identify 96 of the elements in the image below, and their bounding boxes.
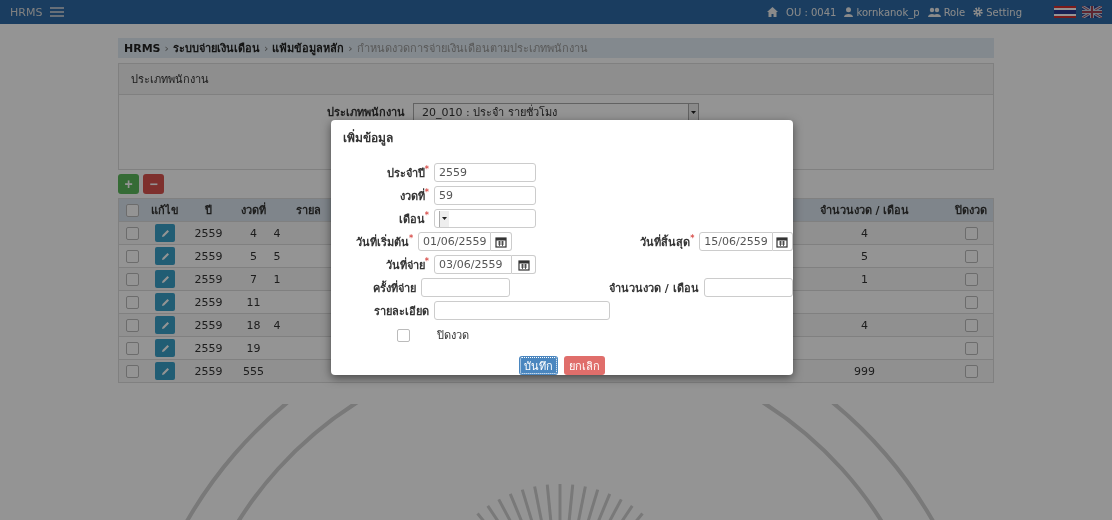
row-checkbox[interactable] xyxy=(126,318,140,332)
setting-link[interactable]: Setting xyxy=(986,6,1022,18)
row-checkbox[interactable] xyxy=(126,295,140,309)
row-checkbox[interactable] xyxy=(126,364,140,378)
calendar-icon xyxy=(517,258,530,271)
dialog-title: เพิ่มข้อมูล xyxy=(342,128,394,148)
input-field[interactable] xyxy=(420,278,511,297)
field-label: ประเภทพนักงาน xyxy=(327,105,405,121)
brand-title[interactable]: HRMS xyxy=(10,5,43,19)
table-cell: 2559 xyxy=(183,359,234,383)
column-header[interactable]: แก้ไข xyxy=(146,198,184,222)
table-cell: 4 xyxy=(273,221,296,245)
calendar-button[interactable] xyxy=(491,232,512,251)
table-cell: 2559 xyxy=(183,313,234,337)
table-cell: 2559 xyxy=(183,221,234,245)
breadcrumb-link[interactable]: HRMS xyxy=(124,41,161,55)
field-label: ครั้งที่จ่าย xyxy=(371,279,417,297)
row-checkbox[interactable] xyxy=(126,272,140,286)
calendar-button[interactable] xyxy=(772,232,793,251)
role-link[interactable]: Role xyxy=(943,6,966,18)
edit-button[interactable] xyxy=(155,293,175,311)
checkbox-label: ปิดงวด xyxy=(437,328,469,344)
table-cell: 1 xyxy=(273,267,296,291)
closed-checkbox[interactable] xyxy=(964,364,978,378)
panel-title: ประเภทพนักงาน xyxy=(119,64,993,95)
user-icon xyxy=(844,7,854,17)
save-button[interactable]: บันทึก xyxy=(519,356,558,375)
table-cell: 4 xyxy=(273,313,296,337)
cancel-button[interactable]: ยกเลิก xyxy=(564,356,605,375)
breadcrumb-separator: › xyxy=(348,41,353,55)
table-cell: 2559 xyxy=(183,267,234,291)
pencil-icon xyxy=(160,228,170,238)
table-cell: 7 xyxy=(233,267,274,291)
table-cell: 18 xyxy=(233,313,274,337)
field-label: งวดที่$^{*}$ xyxy=(398,186,430,205)
pencil-icon xyxy=(160,297,170,307)
table-cell: 555 xyxy=(233,359,274,383)
gear-icon xyxy=(973,7,984,17)
select-all-checkbox[interactable] xyxy=(126,203,140,217)
pencil-icon xyxy=(160,343,170,353)
ou-label: OU : 0041 xyxy=(786,6,837,18)
date-field[interactable]: 01/06/2559 xyxy=(418,232,492,251)
closed-checkbox[interactable] xyxy=(964,341,978,355)
row-checkbox[interactable] xyxy=(126,226,140,240)
pencil-icon xyxy=(160,251,170,261)
closed-checkbox[interactable] xyxy=(964,249,978,263)
field-label: ประจำปี$^{*}$ xyxy=(385,163,430,182)
field-label: วันที่สิ้นสุด$^{*}$ xyxy=(639,232,696,251)
input-field[interactable] xyxy=(434,301,610,320)
breadcrumb-separator: › xyxy=(263,41,269,55)
edit-button[interactable] xyxy=(155,247,175,265)
user-link[interactable]: kornkanok_p xyxy=(856,6,920,18)
date-field[interactable]: 15/06/2559 xyxy=(699,232,773,251)
breadcrumb-link[interactable]: แฟ้มข้อมูลหลัก xyxy=(272,39,345,57)
caret-icon xyxy=(691,110,696,114)
breadcrumb-link[interactable]: ระบบจ่ายเงินเดือน xyxy=(172,39,260,57)
home-icon xyxy=(767,7,779,17)
closed-checkbox[interactable] xyxy=(964,226,978,240)
closed-checkbox[interactable] xyxy=(964,295,978,309)
field-label: รายละเอียด xyxy=(373,303,430,320)
input-field[interactable] xyxy=(703,278,793,297)
remove-button[interactable]: − xyxy=(143,174,164,194)
calendar-icon xyxy=(495,235,508,248)
closed-checkbox[interactable] xyxy=(964,318,978,332)
employee-type-dropdown[interactable]: 20_010 : ประจำ รายชั่วโมง xyxy=(413,103,699,121)
field-label: วันที่เริ่มต้น$^{*}$ xyxy=(354,232,415,251)
pencil-icon xyxy=(160,320,170,330)
field-label: วันที่จ่าย$^{*}$ xyxy=(384,255,430,274)
calendar-button[interactable] xyxy=(512,255,536,274)
edit-button[interactable] xyxy=(155,316,175,334)
table-cell: 4 xyxy=(233,221,274,245)
pencil-icon xyxy=(160,366,170,376)
edit-button[interactable] xyxy=(155,339,175,357)
column-header[interactable]: ปิดงวด xyxy=(949,198,994,222)
edit-button[interactable] xyxy=(155,224,175,242)
edit-button[interactable] xyxy=(155,270,175,288)
input-field[interactable]: 2559 xyxy=(434,163,536,182)
checkbox[interactable] xyxy=(397,328,410,342)
column-header[interactable]: งวดที่ xyxy=(233,198,274,222)
calendar-icon xyxy=(776,235,789,248)
uk-flag-icon[interactable] xyxy=(1082,6,1102,18)
row-checkbox[interactable] xyxy=(126,341,140,355)
row-checkbox[interactable] xyxy=(126,249,140,263)
field-label: จำนวนงวด / เดือน xyxy=(607,280,700,297)
table-cell: 999 xyxy=(779,359,950,383)
thai-flag-icon[interactable] xyxy=(1054,6,1076,18)
date-field[interactable]: 03/06/2559 xyxy=(434,255,512,274)
edit-button[interactable] xyxy=(155,362,175,380)
input-field[interactable]: 59 xyxy=(434,186,536,205)
column-header[interactable]: ปี xyxy=(183,198,234,222)
breadcrumb-separator: › xyxy=(164,41,169,55)
pencil-icon xyxy=(160,274,170,284)
field-label: เดือน$^{*}$ xyxy=(397,209,430,228)
users-icon xyxy=(927,7,941,17)
closed-checkbox[interactable] xyxy=(964,272,978,286)
menu-icon[interactable] xyxy=(50,7,65,17)
